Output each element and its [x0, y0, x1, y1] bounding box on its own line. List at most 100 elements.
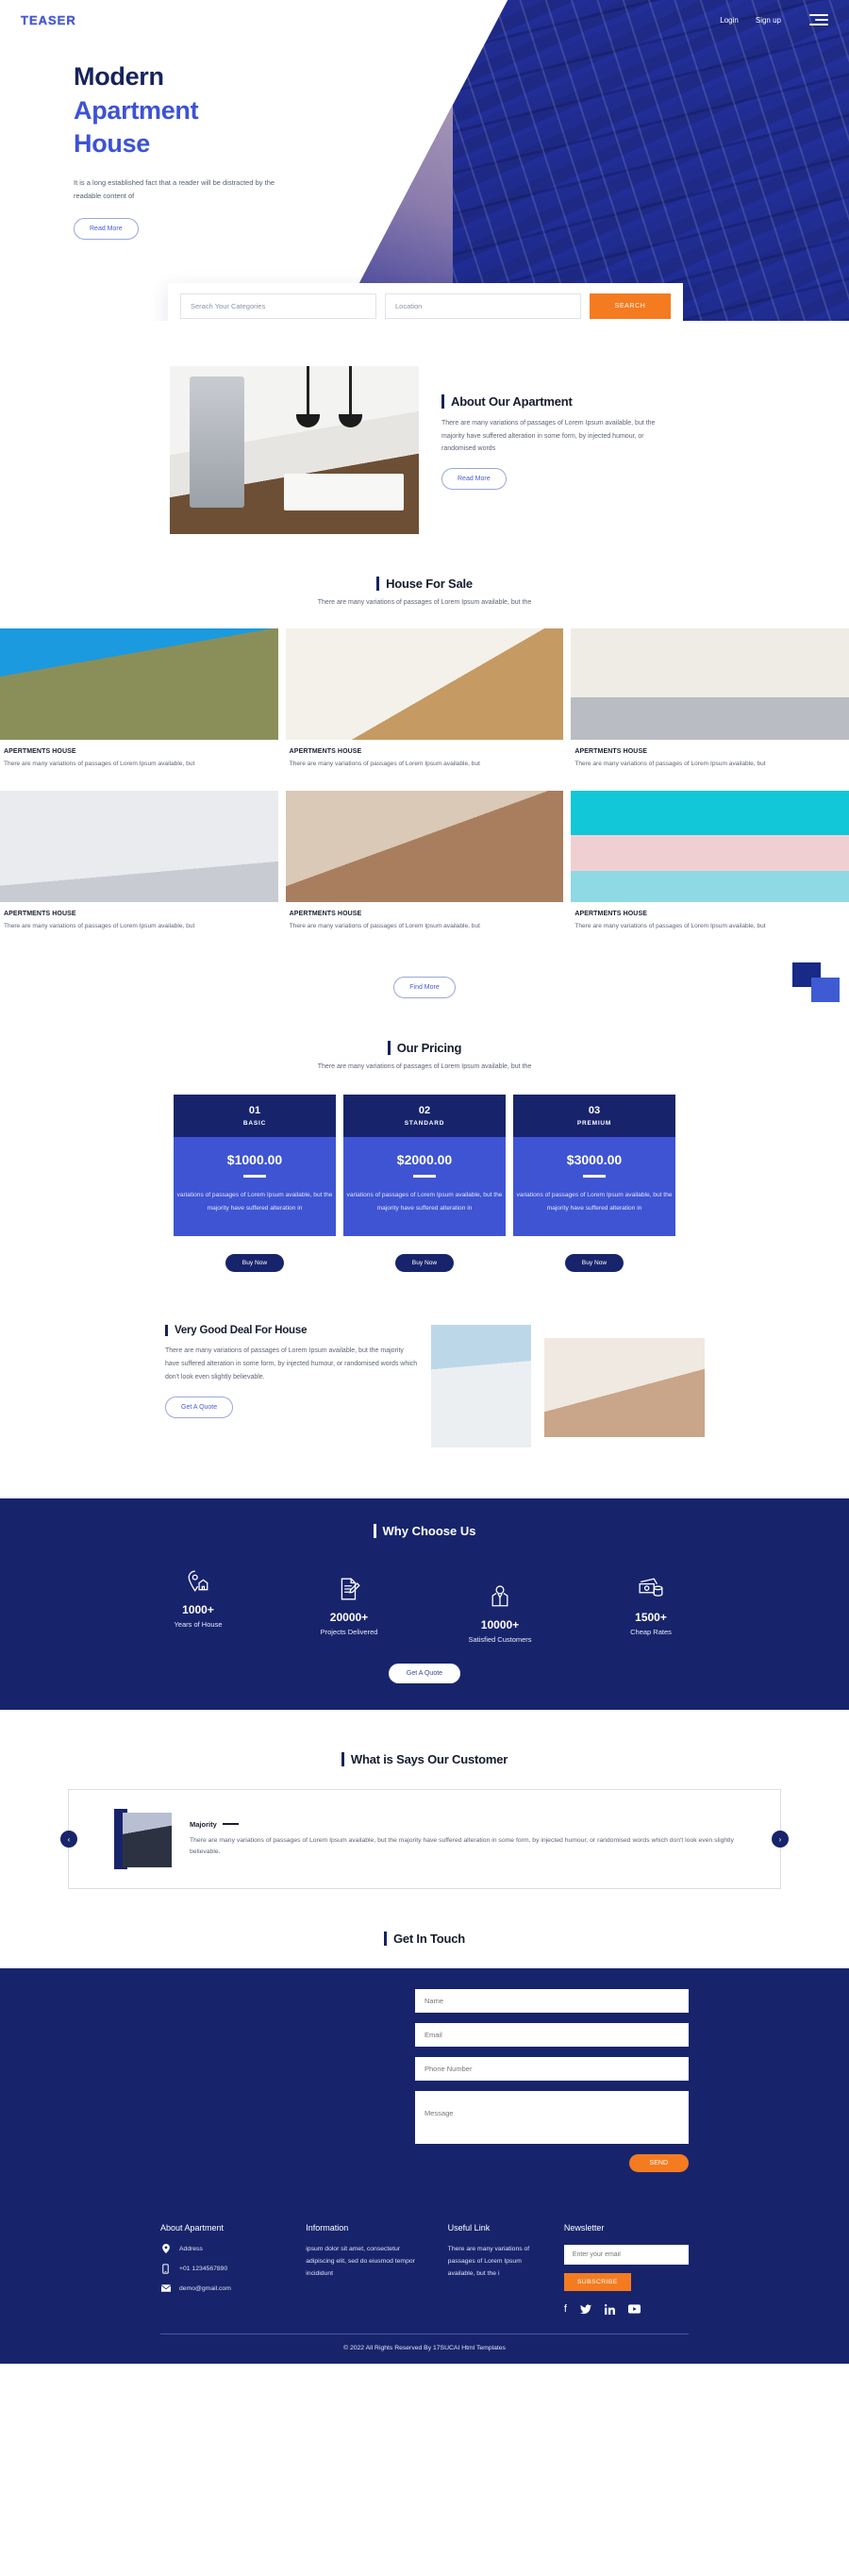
table-row[interactable]: APERTMENTS HOUSE There are many variatio… — [285, 628, 564, 783]
search-submit-button[interactable]: SEARCH — [590, 293, 671, 319]
buy-now-button[interactable]: Buy Now — [564, 1254, 624, 1273]
table-row[interactable]: APERTMENTS HOUSE There are many variatio… — [571, 628, 849, 783]
stat-number: 1500+ — [635, 1611, 667, 1625]
testimonial-quote: There are many variations of passages of… — [190, 1836, 734, 1856]
footer-col-useful-link: Useful Link There are many variations of… — [448, 2223, 540, 2315]
site-logo[interactable]: TEASER — [21, 12, 76, 26]
house-card-desc: There are many variations of passages of… — [289, 922, 480, 929]
pricing-subtitle: There are many variations of passages of… — [317, 1063, 532, 1071]
login-link[interactable]: Login — [720, 16, 739, 25]
plan-divider — [413, 1175, 436, 1179]
contact-section: Get In Touch SEND — [0, 1889, 849, 2201]
footer-information-text: ipsum dolor sit amet, consectetur adipis… — [306, 2246, 415, 2278]
table-row[interactable]: APERTMENTS HOUSE There are many variatio… — [285, 790, 564, 945]
pricing-plan-premium: 03 PREMIUM $3000.00 variations of passag… — [513, 1095, 675, 1273]
pricing-section: Our Pricing There are many variations of… — [0, 998, 849, 1273]
deal-paragraph: There are many variations of passages of… — [165, 1347, 418, 1380]
testimonial-prev-arrow-icon[interactable]: ‹ — [60, 1831, 77, 1848]
linkedin-icon[interactable] — [604, 2304, 615, 2316]
deal-get-a-quote-button[interactable]: Get A Quote — [165, 1397, 234, 1419]
testimonial-author-row: Majority — [190, 1820, 756, 1829]
stat-projects-delivered: 20000+ Projects Delivered — [293, 1572, 405, 1644]
youtube-icon[interactable] — [627, 2304, 641, 2315]
testimonial-next-arrow-icon[interactable]: › — [772, 1831, 789, 1848]
table-row[interactable]: APERTMENTS HOUSE There are many variatio… — [0, 628, 278, 783]
house-card-desc: There are many variations of passages of… — [574, 761, 766, 767]
testimonial-section: What is Says Our Customer ‹ Majority The… — [0, 1710, 849, 1890]
footer-phone-row[interactable]: +01 1234567890 — [160, 2264, 281, 2275]
footer-columns: About Apartment Address +01 1234567890 d… — [160, 2223, 689, 2316]
table-row[interactable]: APERTMENTS HOUSE There are many variatio… — [571, 790, 849, 945]
deal-title: Very Good Deal For House — [175, 1325, 308, 1337]
house-card-title: APERTMENTS HOUSE — [289, 748, 362, 755]
footer-useful-link-heading: Useful Link — [447, 2223, 491, 2233]
social-links: f — [564, 2304, 689, 2316]
facebook-icon[interactable]: f — [564, 2304, 567, 2315]
plan-number: 03 — [588, 1105, 601, 1117]
contact-message-textarea[interactable] — [415, 2091, 689, 2145]
footer-email-row[interactable]: demo@gmail.com — [160, 2284, 281, 2293]
hamburger-menu-icon[interactable] — [809, 14, 828, 25]
hero-title: Modern Apartment House — [74, 60, 385, 161]
hero-paragraph: It is a long established fact that a rea… — [74, 177, 275, 200]
stat-cheap-rates: 1500+ Cheap Rates — [595, 1572, 707, 1644]
footer-newsletter-heading: Newsletter — [563, 2223, 605, 2233]
about-read-more-button[interactable]: Read More — [441, 467, 507, 490]
signup-link[interactable]: Sign up — [756, 16, 781, 25]
why-choose-header: Why Choose Us — [0, 1523, 849, 1540]
stat-years-of-house: 1000+ Years of House — [142, 1564, 254, 1644]
newsletter-email-input[interactable] — [563, 2245, 689, 2266]
find-more-button[interactable]: Find More — [393, 977, 456, 999]
good-deal-section: Very Good Deal For House There are many … — [0, 1272, 849, 1448]
person-tie-icon — [444, 1580, 556, 1614]
testimonial-header: What is Says Our Customer — [0, 1710, 849, 1768]
stat-label: Projects Delivered — [320, 1628, 378, 1637]
about-kitchen-photo — [170, 366, 419, 534]
table-row[interactable]: APERTMENTS HOUSE There are many variatio… — [0, 790, 278, 945]
location-pin-icon — [160, 2244, 171, 2254]
search-location-input[interactable] — [385, 293, 581, 319]
footer-col-newsletter: Newsletter SUBSCRIBE f — [563, 2223, 689, 2316]
contact-send-button[interactable]: SEND — [628, 2154, 689, 2173]
plan-price: $1000.00 — [226, 1152, 283, 1168]
pricing-header: Our Pricing There are many variations of… — [0, 998, 849, 1070]
contact-email-input[interactable] — [415, 2023, 689, 2048]
hero-read-more-button[interactable]: Read More — [74, 217, 139, 240]
pendant-lamp-icon — [339, 366, 363, 428]
copyright-text: © 2022 All Rights Reserved By 17SUCAI Ht… — [343, 2345, 506, 2352]
deal-copy: Very Good Deal For House There are many … — [165, 1325, 418, 1419]
decorative-square-blue — [811, 978, 840, 1002]
footer-col-about: About Apartment Address +01 1234567890 d… — [160, 2223, 281, 2315]
pricing-plan-grid: 01 BASIC $1000.00 variations of passages… — [0, 1070, 849, 1273]
page-root: TEASER Login Sign up Modern Apartment Ho… — [0, 0, 849, 2365]
footer-phone-text: +01 1234567890 — [179, 2266, 228, 2273]
house-card-desc: There are many variations of passages of… — [4, 922, 195, 929]
footer-address-row[interactable]: Address — [160, 2244, 281, 2254]
newsletter-subscribe-button[interactable]: SUBSCRIBE — [563, 2273, 631, 2292]
hero-copy: Modern Apartment House It is a long esta… — [74, 60, 385, 240]
why-get-a-quote-button[interactable]: Get A Quote — [388, 1664, 461, 1684]
about-heading-wrap: About Our Apartment — [441, 394, 679, 409]
contact-phone-input[interactable] — [415, 2057, 689, 2082]
hero-title-line-1: Modern — [74, 62, 164, 91]
plan-name: PREMIUM — [576, 1120, 612, 1128]
house-for-sale-title: House For Sale — [386, 577, 473, 591]
about-body: About Our Apartment There are many varia… — [441, 366, 679, 490]
location-house-icon — [142, 1564, 254, 1598]
plan-features: variations of passages of Lorem Ipsum av… — [346, 1192, 503, 1213]
house-for-sale-header: House For Sale There are many variations… — [0, 534, 849, 606]
why-choose-us-section: Why Choose Us 1000+ Years of House 20000… — [0, 1498, 849, 1711]
site-footer: About Apartment Address +01 1234567890 d… — [0, 2200, 849, 2365]
twitter-icon[interactable] — [579, 2304, 591, 2315]
stat-label: Cheap Rates — [630, 1628, 672, 1637]
plan-body: $2000.00 variations of passages of Lorem… — [343, 1137, 506, 1237]
buy-now-button[interactable]: Buy Now — [225, 1254, 285, 1273]
search-category-input[interactable] — [180, 293, 376, 319]
contact-title: Get In Touch — [392, 1932, 466, 1947]
plan-features: variations of passages of Lorem Ipsum av… — [516, 1192, 673, 1213]
house-card-grid: APERTMENTS HOUSE There are many variatio… — [0, 606, 849, 945]
deal-building-photo — [431, 1325, 531, 1448]
contact-name-input[interactable] — [415, 1989, 689, 2014]
buy-now-button[interactable]: Buy Now — [394, 1254, 455, 1273]
plan-number: 02 — [418, 1105, 431, 1117]
